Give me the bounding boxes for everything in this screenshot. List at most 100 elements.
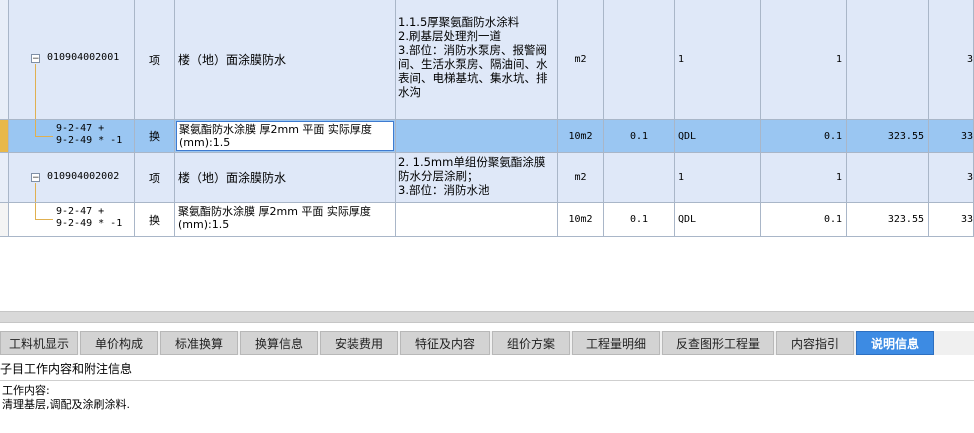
item-code: 9-2-47 + 9-2-49 * -1: [56, 123, 122, 147]
tab-label: 特征及内容: [414, 336, 475, 351]
total-cell[interactable]: 3: [929, 0, 974, 120]
total-cell[interactable]: 3: [929, 153, 974, 203]
qty-cell[interactable]: 1: [761, 153, 847, 203]
expr-text: 1: [678, 54, 685, 65]
feature-line: 3.部位：消防水泵房、报警阀间、生活水泵房、隔油间、水表间、电梯基坑、集水坑、排…: [398, 43, 548, 99]
table-row[interactable]: 9-2-47 + 9-2-49 * -1 换 聚氨酯防水涂膜 厚2mm 平面 实…: [0, 203, 974, 237]
collapse-toggle-icon[interactable]: −: [31, 173, 40, 183]
row-indicator-cell[interactable]: [0, 0, 9, 120]
tab-content-guide[interactable]: 内容指引: [776, 331, 854, 355]
table-row[interactable]: − 010904002001 项 楼（地）面涂膜防水 1.1.5厚聚氨酯防水涂料…: [0, 0, 974, 120]
price-cell[interactable]: [847, 153, 929, 203]
expr-cell[interactable]: 1: [675, 153, 761, 203]
name-cell[interactable]: 楼（地）面涂膜防水: [175, 0, 396, 120]
work-content-text: 清理基层,调配及涂刷涂料.: [2, 398, 130, 411]
total-cell[interactable]: 33: [929, 120, 974, 153]
coef-cell[interactable]: [604, 0, 675, 120]
horizontal-scrollbar[interactable]: [0, 311, 974, 323]
qty-cell[interactable]: 0.1: [761, 120, 847, 153]
feature-line: 2. 1.5mm单组份聚氨酯涂膜防水分层涂刷；: [398, 155, 546, 183]
code-cell[interactable]: 9-2-47 + 9-2-49 * -1: [9, 120, 135, 153]
unit-cell[interactable]: 10m2: [558, 203, 604, 237]
category-cell[interactable]: 项: [135, 0, 175, 120]
category-cell[interactable]: 换: [135, 203, 175, 237]
tab-label: 说明信息: [870, 336, 919, 351]
name-cell[interactable]: 聚氨酯防水涂膜 厚2mm 平面 实际厚度(mm):1.5: [175, 203, 396, 237]
unit-cell[interactable]: 10m2: [558, 120, 604, 153]
row-indicator-cell[interactable]: [0, 120, 9, 153]
tab-label: 工料机显示: [8, 336, 69, 351]
tab-quantity-detail[interactable]: 工程量明细: [572, 331, 660, 355]
info-panel-title: 子目工作内容和附注信息: [0, 358, 974, 381]
total-cell[interactable]: 33: [929, 203, 974, 237]
qty-cell[interactable]: 0.1: [761, 203, 847, 237]
coef-text: 0.1: [629, 130, 649, 142]
tab-reverse-graphic-quantity[interactable]: 反查图形工程量: [662, 331, 774, 355]
name-cell[interactable]: 楼（地）面涂膜防水: [175, 153, 396, 203]
code-line: 9-2-49 * -1: [56, 135, 123, 146]
feature-line: 3.部位：消防水池: [398, 183, 490, 197]
tab-label: 单价构成: [94, 336, 143, 351]
category-text: 换: [149, 130, 160, 143]
tab-label: 内容指引: [790, 336, 839, 351]
features-cell[interactable]: [396, 120, 558, 153]
name-cell[interactable]: 聚氨酯防水涂膜 厚2mm 平面 实际厚度(mm):1.5: [175, 120, 396, 153]
features-cell[interactable]: 1.1.5厚聚氨酯防水涂料 2.刷基层处理剂一道 3.部位：消防水泵房、报警阀间…: [396, 0, 558, 120]
total-text: 3: [966, 54, 973, 65]
coef-cell[interactable]: [604, 153, 675, 203]
category-cell[interactable]: 项: [135, 153, 175, 203]
features-cell[interactable]: 2. 1.5mm单组份聚氨酯涂膜防水分层涂刷； 3.部位：消防水池: [396, 153, 558, 203]
expr-cell[interactable]: QDL: [675, 120, 761, 153]
tab-features-content[interactable]: 特征及内容: [400, 331, 490, 355]
item-code: 9-2-47 + 9-2-49 * -1: [56, 206, 122, 230]
qty-text: 0.1: [823, 130, 842, 142]
code-cell[interactable]: − 010904002002: [9, 153, 135, 203]
category-cell[interactable]: 换: [135, 120, 175, 153]
price-cell[interactable]: 323.55: [847, 203, 929, 237]
price-cell[interactable]: [847, 0, 929, 120]
item-name: 聚氨酯防水涂膜 厚2mm 平面 实际厚度(mm):1.5: [179, 123, 372, 149]
total-text: 33: [960, 130, 973, 142]
coef-cell[interactable]: 0.1: [604, 120, 675, 153]
table-row[interactable]: 9-2-47 + 9-2-49 * -1 换 聚氨酯防水涂膜 厚2mm 平面 实…: [0, 120, 974, 153]
tab-conversion-info[interactable]: 换算信息: [240, 331, 318, 355]
expr-cell[interactable]: QDL: [675, 203, 761, 237]
detail-tab-bar: 工料机显示 单价构成 标准换算 换算信息 安装费用 特征及内容 组价方案 工程量…: [0, 331, 974, 355]
tab-pricing-scheme[interactable]: 组价方案: [492, 331, 570, 355]
tree-line: [35, 64, 36, 119]
unit-cell[interactable]: m2: [558, 153, 604, 203]
unit-cell[interactable]: m2: [558, 0, 604, 120]
expr-text: QDL: [678, 214, 697, 225]
item-name: 楼（地）面涂膜防水: [178, 53, 287, 67]
tab-label: 安装费用: [334, 336, 383, 351]
expr-cell[interactable]: 1: [675, 0, 761, 120]
tab-label: 标准换算: [174, 336, 223, 351]
tab-description-info[interactable]: 说明信息: [856, 331, 934, 355]
tab-labor-material[interactable]: 工料机显示: [0, 331, 78, 355]
category-text: 项: [149, 171, 160, 185]
tree-line: [35, 203, 36, 219]
tree-line: [35, 120, 36, 136]
code-line: 9-2-47 +: [56, 123, 105, 134]
tab-unit-price[interactable]: 单价构成: [80, 331, 158, 355]
row-indicator-cell[interactable]: [0, 203, 9, 237]
table-row[interactable]: − 010904002002 项 楼（地）面涂膜防水 2. 1.5mm单组份聚氨…: [0, 153, 974, 203]
tab-standard-conversion[interactable]: 标准换算: [160, 331, 238, 355]
feature-line: 1.1.5厚聚氨酯防水涂料: [398, 15, 520, 29]
price-cell[interactable]: 323.55: [847, 120, 929, 153]
collapse-toggle-icon[interactable]: −: [31, 54, 40, 64]
tree-line: [35, 183, 36, 202]
code-cell[interactable]: − 010904002001: [9, 0, 135, 120]
qty-cell[interactable]: 1: [761, 0, 847, 120]
tab-install-fee[interactable]: 安装费用: [320, 331, 398, 355]
item-code: 010904002001: [47, 52, 120, 63]
features-cell[interactable]: [396, 203, 558, 237]
tab-label: 组价方案: [506, 336, 555, 351]
expr-text: 1: [678, 172, 685, 183]
code-cell[interactable]: 9-2-47 + 9-2-49 * -1: [9, 203, 135, 237]
row-indicator-cell[interactable]: [0, 153, 9, 203]
coef-cell[interactable]: 0.1: [604, 203, 675, 237]
price-text: 323.55: [887, 214, 924, 225]
item-name: 聚氨酯防水涂膜 厚2mm 平面 实际厚度(mm):1.5: [178, 205, 371, 231]
name-edit-field[interactable]: 聚氨酯防水涂膜 厚2mm 平面 实际厚度(mm):1.5: [176, 121, 394, 151]
